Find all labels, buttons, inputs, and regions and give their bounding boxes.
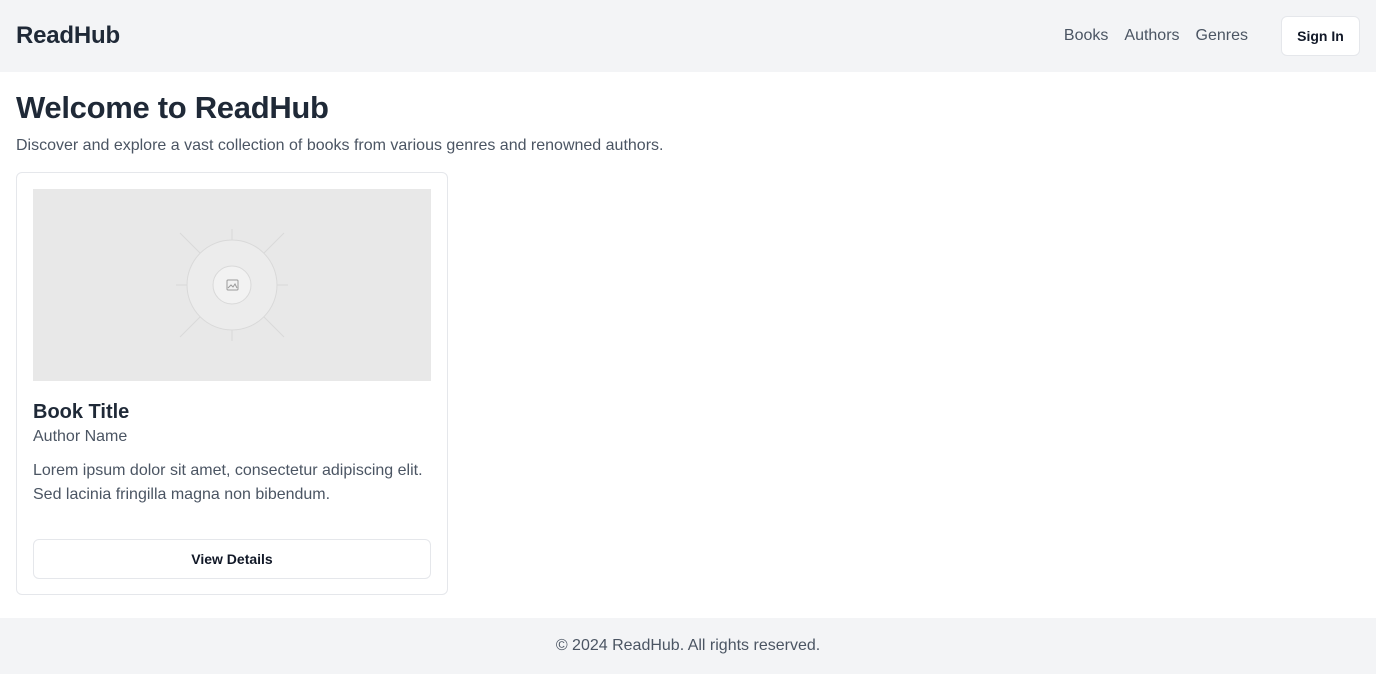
image-placeholder-icon (176, 229, 288, 341)
book-description: Lorem ipsum dolor sit amet, consectetur … (33, 462, 423, 503)
brand-logo[interactable]: ReadHub (16, 22, 120, 50)
page-subtitle: Discover and explore a vast collection o… (16, 137, 664, 154)
nav-link-genres[interactable]: Genres (1196, 27, 1248, 45)
view-details-button[interactable]: View Details (33, 539, 431, 579)
main-nav: Books Authors Genres Sign In (1048, 16, 1360, 56)
nav-link-books[interactable]: Books (1064, 27, 1108, 45)
book-author: Author Name (33, 428, 128, 445)
book-title[interactable]: Book Title (33, 400, 431, 424)
footer-copyright: © 2024 ReadHub. All rights reserved. (555, 637, 821, 654)
footer: © 2024 ReadHub. All rights reserved. (0, 618, 1376, 674)
page-title: Welcome to ReadHub (16, 90, 329, 125)
nav-link-authors[interactable]: Authors (1124, 27, 1179, 45)
sign-in-button[interactable]: Sign In (1281, 16, 1360, 56)
main-content: Welcome to ReadHub Discover and explore … (0, 72, 1376, 618)
book-cover-placeholder (33, 189, 431, 381)
top-navbar: ReadHub Books Authors Genres Sign In (0, 0, 1376, 72)
book-card: Book Title Author Name Lorem ipsum dolor… (16, 172, 448, 595)
